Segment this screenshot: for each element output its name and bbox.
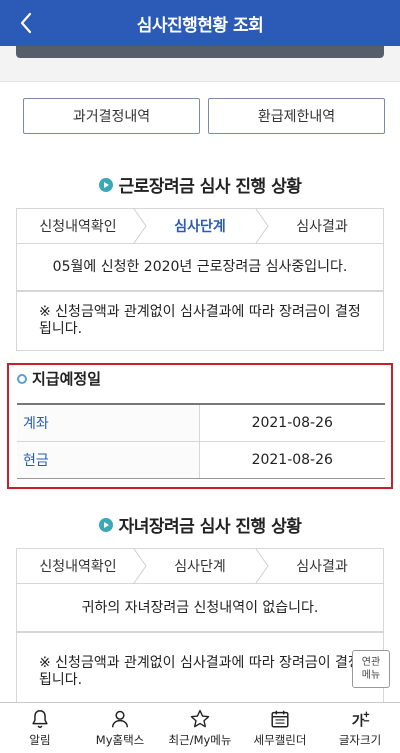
step-result[interactable]: 심사결과	[261, 549, 383, 583]
table-row: 현금 2021-08-26	[17, 441, 385, 479]
chevron-left-icon	[20, 12, 32, 34]
progress-steps-earned-income: 신청내역확인 심사단계 심사결과	[16, 208, 384, 244]
step-separator-icon	[255, 549, 269, 583]
star-icon	[190, 709, 210, 728]
table-row: 계좌 2021-08-26	[17, 404, 385, 442]
step-review[interactable]: 심사단계	[139, 549, 269, 583]
note-box-child: ※ 신청금액과 관계없이 심사결과에 따라 장려금이 결정됩니다.	[16, 632, 384, 702]
step-result[interactable]: 심사결과	[261, 209, 383, 243]
payment-schedule-panel: 지급예정일 계좌 2021-08-26 현금 2021-08-26	[7, 363, 393, 489]
svg-text:가: 가	[352, 713, 365, 729]
nav-item-my-hometax[interactable]: My홈택스	[80, 703, 160, 753]
note-box-earned-income: ※ 신청금액과 관계없이 심사결과에 따라 장려금이 결정됩니다.	[16, 291, 384, 351]
font-size-icon: 가	[352, 711, 370, 729]
step-review[interactable]: 심사단계	[139, 209, 269, 243]
main-content[interactable]: 과거결정내역 환급제한내역 근로장려금 심사 진행 상황 신청내역확인 심사단계…	[0, 58, 400, 702]
back-button[interactable]	[14, 9, 38, 37]
status-box-earned-income: 05월에 신청한 2020년 근로장려금 심사중입니다.	[16, 244, 384, 291]
top-bar-button-edge[interactable]	[16, 46, 384, 58]
history-buttons: 과거결정내역 환급제한내역	[23, 98, 385, 134]
page-title: 심사진행현황 조회	[136, 15, 264, 36]
payment-date: 2021-08-26	[199, 404, 385, 442]
payment-date: 2021-08-26	[199, 441, 385, 479]
step-separator-icon	[133, 549, 147, 583]
app-header: 심사진행현황 조회	[0, 0, 400, 46]
related-menu-button[interactable]: 연관 메뉴	[352, 650, 390, 688]
progress-steps-child: 신청내역확인 심사단계 심사결과	[16, 548, 384, 584]
bottom-nav: 알림 My홈택스 최근/My메뉴 세무캘린더 가 글자크기	[0, 702, 400, 753]
payment-schedule-table: 계좌 2021-08-26 현금 2021-08-26	[17, 403, 385, 479]
refund-limit-button[interactable]: 환급제한내역	[208, 98, 385, 134]
circle-bullet-icon	[17, 373, 27, 384]
note-text: ※ 신청금액과 관계없이 심사결과에 따라 장려금이 결정됩니다.	[39, 304, 361, 337]
status-text: 귀하의 자녀장려금 신청내역이 없습니다.	[81, 599, 319, 616]
calendar-icon	[271, 710, 289, 728]
payment-schedule-title: 지급예정일	[17, 368, 101, 389]
payment-method-label: 계좌	[17, 404, 200, 442]
status-box-child: 귀하의 자녀장려금 신청내역이 없습니다.	[16, 584, 384, 632]
bell-icon	[32, 710, 48, 728]
step-application[interactable]: 신청내역확인	[17, 209, 147, 243]
step-application[interactable]: 신청내역확인	[17, 549, 147, 583]
nav-item-recent-menu[interactable]: 최근/My메뉴	[160, 703, 240, 753]
nav-item-font-size[interactable]: 가 글자크기	[320, 703, 400, 753]
payment-method-label: 현금	[17, 441, 200, 479]
play-icon	[98, 177, 113, 192]
note-text: ※ 신청금액과 관계없이 심사결과에 따라 장려금이 결정됩니다.	[39, 655, 361, 688]
step-separator-icon	[133, 209, 147, 243]
step-separator-icon	[255, 209, 269, 243]
status-text: 05월에 신청한 2020년 근로장려금 심사중입니다.	[52, 259, 348, 275]
section-title-earned-income: 근로장려금 심사 진행 상황	[0, 172, 400, 197]
past-decisions-button[interactable]: 과거결정내역	[23, 98, 200, 134]
play-icon	[98, 517, 113, 532]
nav-item-alerts[interactable]: 알림	[0, 703, 80, 753]
section-title-child: 자녀장려금 심사 진행 상황	[0, 512, 400, 537]
nav-item-tax-calendar[interactable]: 세무캘린더	[240, 703, 320, 753]
person-icon	[111, 710, 129, 728]
